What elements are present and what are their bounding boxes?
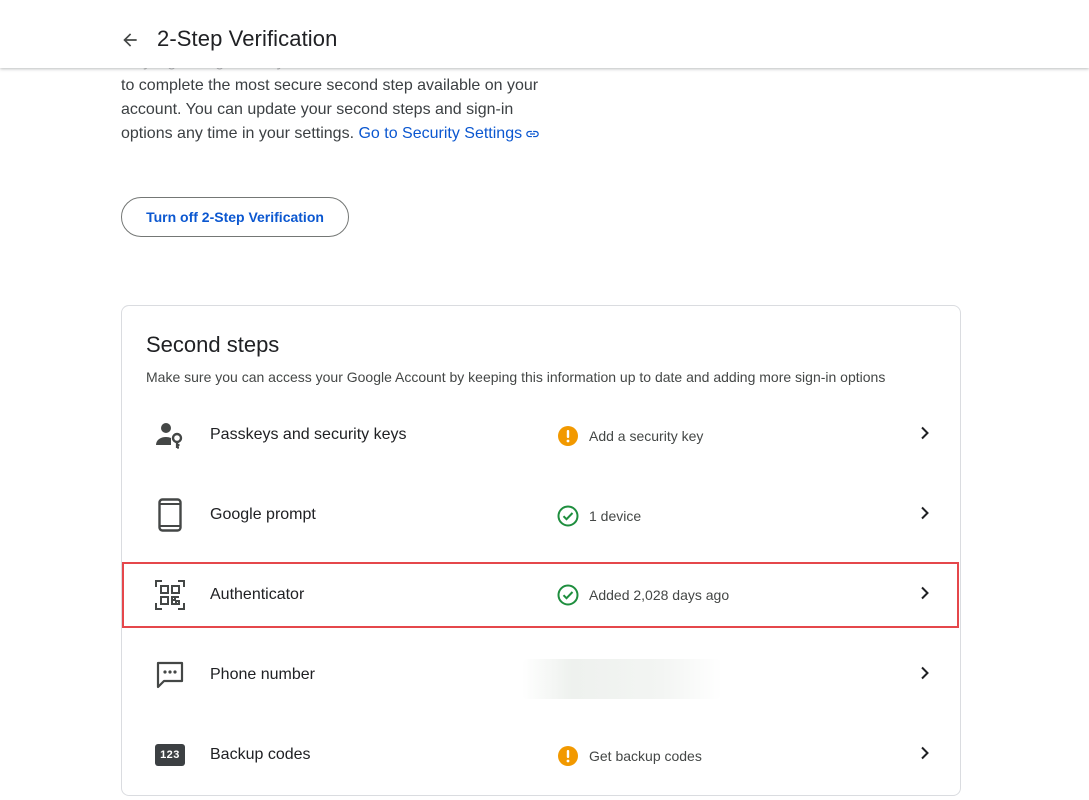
status-text: Add a security key [589, 428, 704, 444]
check-circle-icon [557, 505, 579, 527]
status: 1 device [557, 504, 641, 528]
chevron-right-icon [913, 581, 937, 605]
chevron-right-icon [913, 661, 937, 685]
second-step-google-prompt[interactable]: Google prompt 1 device [122, 476, 960, 556]
message-icon [154, 658, 186, 692]
status: Add a security key [557, 424, 703, 448]
chevron-right-icon [913, 501, 937, 525]
warning-icon [558, 426, 578, 446]
chevron-right-icon [913, 421, 937, 445]
backup-codes-icon: 123 [154, 738, 186, 772]
check-circle-icon [557, 584, 579, 606]
second-steps-description: Make sure you can access your Google Acc… [146, 369, 886, 385]
status-text: Added 2,028 days ago [589, 587, 730, 603]
second-step-label: Passkeys and security keys [210, 426, 407, 443]
redacted-phone-number [522, 659, 722, 699]
second-step-label: Authenticator [210, 586, 305, 603]
second-step-label: Google prompt [210, 506, 316, 523]
security-settings-link-label: Go to Security Settings [358, 125, 523, 142]
backup-codes-badge: 123 [155, 744, 185, 766]
turn-off-2sv-button[interactable]: Turn off 2-Step Verification [121, 197, 349, 237]
person-key-icon [154, 418, 186, 452]
link-icon [526, 130, 539, 138]
arrow-left-icon [123, 33, 137, 47]
qr-code-icon [154, 578, 186, 612]
page-title: 2-Step Verification [157, 26, 338, 51]
chevron-right-icon [913, 741, 937, 765]
second-steps-card: Second steps Make sure you can access yo… [121, 305, 961, 796]
second-step-phone-number[interactable]: Phone number [122, 636, 960, 716]
status: Get backup codes [557, 744, 702, 768]
back-button[interactable] [112, 22, 148, 58]
second-step-backup-codes[interactable]: 123 Backup codes Get backup codes [122, 716, 960, 796]
second-step-label: Backup codes [210, 746, 311, 763]
top-app-bar: 2-Step Verification [0, 0, 1089, 68]
second-step-authenticator[interactable]: Authenticator Added 2,028 days ago [122, 562, 960, 628]
warning-icon [558, 746, 578, 766]
second-step-passkeys[interactable]: Passkeys and security keys Add a securit… [122, 396, 960, 476]
second-steps-title: Second steps [146, 332, 280, 357]
status-text: 1 device [589, 508, 642, 524]
status-text: Get backup codes [589, 748, 702, 764]
status: Added 2,028 days ago [557, 583, 729, 607]
second-step-label: Phone number [210, 666, 315, 683]
phone-icon [154, 498, 186, 532]
security-settings-link[interactable]: Go to Security Settings [358, 125, 540, 142]
